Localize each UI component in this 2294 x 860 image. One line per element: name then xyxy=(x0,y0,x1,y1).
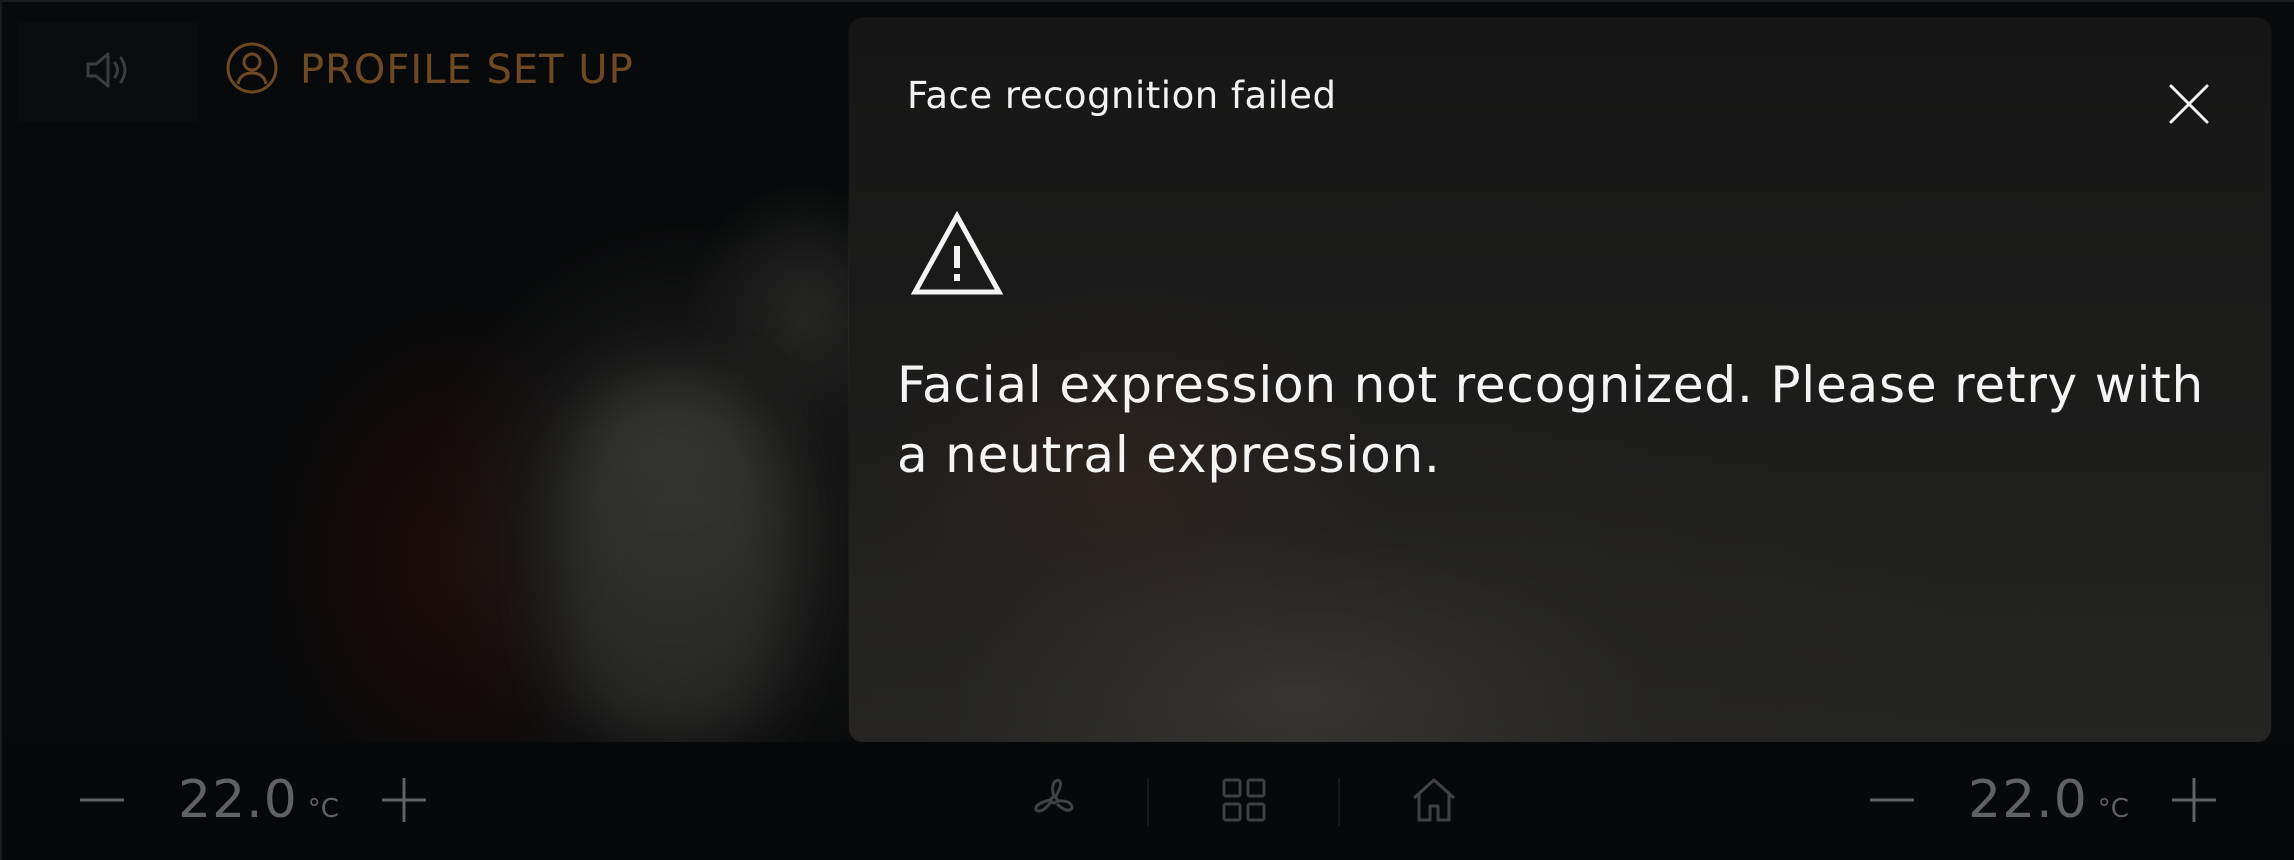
user-circle-icon xyxy=(224,40,280,100)
plus-icon xyxy=(2168,774,2220,830)
right-temp-decrease-button[interactable] xyxy=(1856,742,1928,860)
right-temperature: 22.0 °C xyxy=(1968,770,2129,830)
infotainment-screen: PROFILE SET UP Face recognition failed F… xyxy=(0,0,2294,860)
separator xyxy=(1147,778,1149,826)
minus-icon xyxy=(76,774,128,830)
face-recognition-error-dialog: Face recognition failed Facial expressio… xyxy=(849,18,2271,742)
fan-button[interactable] xyxy=(1018,742,1090,860)
top-bar: PROFILE SET UP xyxy=(2,2,862,122)
apps-button[interactable] xyxy=(1208,742,1280,860)
error-message: Facial expression not recognized. Please… xyxy=(897,356,2205,484)
left-temp-decrease-button[interactable] xyxy=(66,742,138,860)
right-temperature-unit: °C xyxy=(2097,794,2129,824)
plus-icon xyxy=(378,774,430,830)
separator xyxy=(1338,778,1340,826)
climate-bar: 22.0 °C 22.0 °C xyxy=(2,742,2294,860)
right-temperature-value: 22.0 xyxy=(1968,770,2088,830)
profile-setup-header: PROFILE SET UP xyxy=(224,40,634,100)
camera-feed-blur xyxy=(562,382,782,742)
close-button[interactable] xyxy=(2149,66,2229,146)
close-icon xyxy=(2167,82,2211,130)
fan-icon xyxy=(1028,774,1080,830)
left-temp-increase-button[interactable] xyxy=(368,742,440,860)
home-button[interactable] xyxy=(1398,742,1470,860)
home-icon xyxy=(1408,774,1460,830)
dialog-title: Face recognition failed xyxy=(907,74,1337,117)
left-temperature-value: 22.0 xyxy=(178,770,298,830)
left-temperature-unit: °C xyxy=(307,794,339,824)
right-temp-increase-button[interactable] xyxy=(2158,742,2230,860)
warning-triangle-icon xyxy=(909,208,1005,304)
sound-button[interactable] xyxy=(18,22,198,122)
minus-icon xyxy=(1866,774,1918,830)
page-title: PROFILE SET UP xyxy=(300,47,634,93)
speaker-icon xyxy=(80,42,136,102)
apps-grid-icon xyxy=(1218,774,1270,830)
left-temperature: 22.0 °C xyxy=(178,770,339,830)
